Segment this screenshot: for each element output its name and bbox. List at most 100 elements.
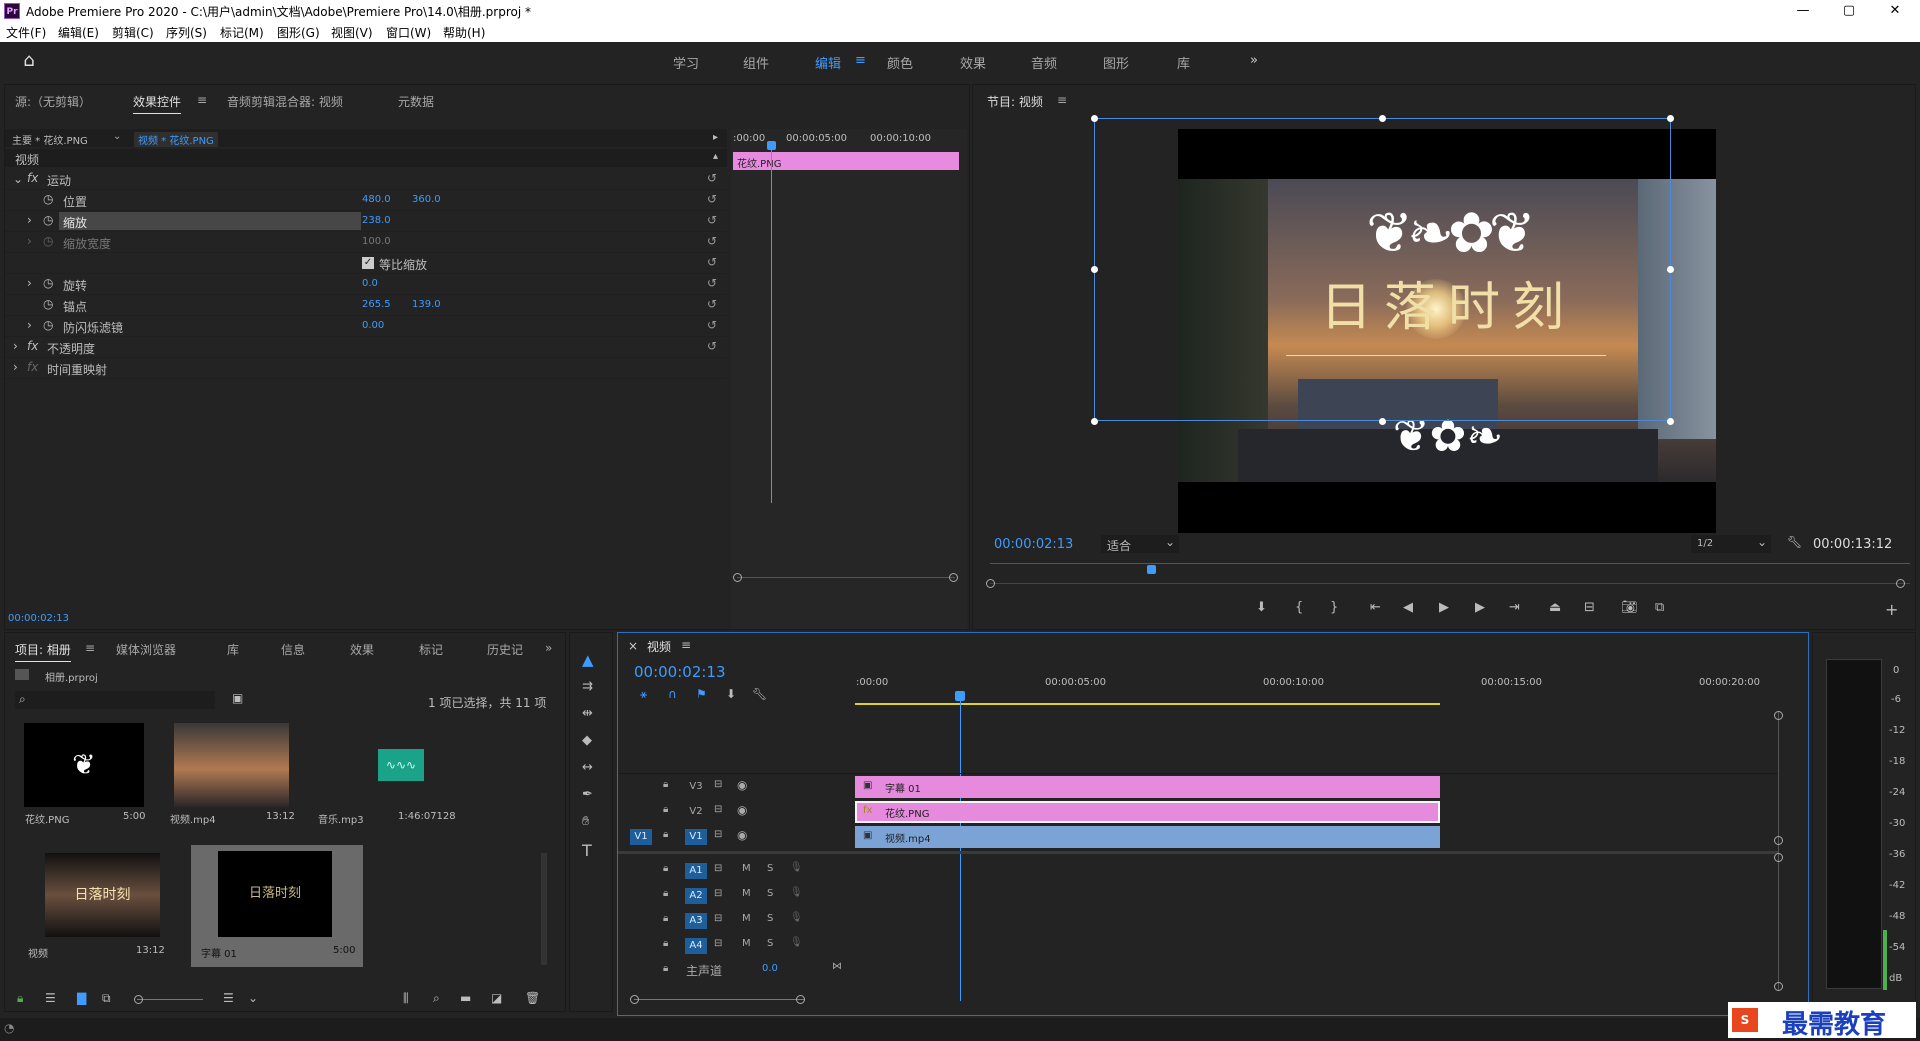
workspace-effects[interactable]: 效果: [960, 53, 986, 72]
mic-icon[interactable]: 🎙︎: [790, 887, 803, 898]
workspace-editing[interactable]: 编辑: [815, 53, 841, 72]
uniform-scale-checkbox[interactable]: ✓: [362, 257, 374, 269]
work-area-bar[interactable]: [855, 703, 1440, 705]
slip-tool-icon[interactable]: ↔: [582, 760, 593, 775]
menu-graphics[interactable]: 图形(G): [277, 24, 320, 41]
nest-sequence-icon[interactable]: ⚹: [640, 687, 647, 702]
track-target-v1[interactable]: V1: [685, 829, 707, 845]
master-volume-value[interactable]: 0.0: [762, 963, 778, 974]
resolution-dropdown[interactable]: 1/2 ⌄: [1691, 535, 1771, 553]
stopwatch-icon[interactable]: ◷: [43, 192, 53, 206]
expand-arrow-icon[interactable]: ›: [27, 213, 32, 227]
panel-menu-icon[interactable]: ≡: [85, 641, 95, 655]
solo-button[interactable]: S: [767, 913, 773, 924]
sequence-clip-label[interactable]: 视频 * 花纹.PNG: [134, 132, 218, 147]
rotation-value[interactable]: 0.0: [362, 278, 378, 289]
lock-icon[interactable]: 🔒︎: [663, 888, 668, 899]
workspace-libraries[interactable]: 库: [1177, 53, 1190, 72]
zoom-handle-right[interactable]: [796, 995, 805, 1004]
export-frame-icon[interactable]: 📷︎: [1621, 600, 1638, 615]
horizontal-zoom-bar[interactable]: [634, 999, 804, 1000]
track-target-a2[interactable]: A2: [685, 888, 707, 904]
zoom-handle-left[interactable]: [986, 579, 995, 588]
play-only-icon[interactable]: ▸: [713, 132, 718, 143]
menu-clip[interactable]: 剪辑(C): [112, 24, 154, 41]
sync-lock-icon[interactable]: ⊟: [714, 804, 722, 815]
list-view-icon[interactable]: ☰: [45, 991, 56, 1005]
expand-arrow-icon[interactable]: ›: [27, 318, 32, 332]
position-x-value[interactable]: 480.0: [362, 194, 391, 205]
menu-edit[interactable]: 编辑(E): [58, 24, 99, 41]
project-search-input[interactable]: ⌕: [15, 691, 215, 709]
reset-icon[interactable]: ↺: [707, 276, 717, 290]
solo-button[interactable]: S: [767, 938, 773, 949]
track-target-v2[interactable]: V2: [685, 804, 707, 820]
position-y-value[interactable]: 360.0: [412, 194, 441, 205]
lock-icon[interactable]: 🔒︎: [663, 863, 668, 874]
timeline-playhead-handle[interactable]: [955, 691, 965, 701]
close-tab-icon[interactable]: ×: [628, 639, 638, 653]
transform-handle[interactable]: [1667, 115, 1674, 122]
transform-handle[interactable]: [1091, 115, 1098, 122]
zoom-handle[interactable]: [1774, 853, 1783, 862]
mute-button[interactable]: M: [742, 913, 751, 924]
zoom-handle-left[interactable]: [733, 573, 742, 582]
transform-handle[interactable]: [1667, 418, 1674, 425]
chevron-down-icon[interactable]: ⌄: [248, 991, 258, 1005]
expand-arrow-icon[interactable]: ›: [27, 234, 32, 248]
lock-icon[interactable]: 🔒︎: [663, 913, 668, 924]
tab-info[interactable]: 信息: [281, 641, 305, 658]
new-bin-icon[interactable]: ▬: [460, 991, 471, 1005]
tab-source[interactable]: 源:（无剪辑）: [15, 93, 91, 110]
solo-button[interactable]: S: [767, 888, 773, 899]
lock-icon[interactable]: 🔒︎: [663, 938, 668, 949]
wrench-icon[interactable]: 🔧︎: [1787, 535, 1802, 549]
reset-icon[interactable]: ↺: [707, 339, 717, 353]
fit-dropdown[interactable]: 适合 ⌄: [1101, 535, 1179, 553]
effect-current-time[interactable]: 00:00:02:13: [8, 613, 69, 624]
workspace-audio[interactable]: 音频: [1031, 53, 1057, 72]
sync-lock-icon[interactable]: ⊟: [714, 913, 722, 924]
lift-icon[interactable]: ⏏︎: [1549, 600, 1561, 615]
mic-icon[interactable]: 🎙︎: [790, 937, 803, 948]
tab-effect-controls[interactable]: 效果控件: [133, 93, 182, 114]
play-icon[interactable]: ▶: [1439, 600, 1449, 615]
timeline-clip-title[interactable]: ▣ 字幕 01: [855, 776, 1440, 798]
track-target-a3[interactable]: A3: [685, 913, 707, 929]
workspace-assembly[interactable]: 组件: [743, 53, 769, 72]
lock-icon[interactable]: 🔒︎: [663, 829, 668, 840]
tab-media-browser[interactable]: 媒体浏览器: [116, 641, 176, 658]
timeline-clip-png[interactable]: fx 花纹.PNG: [855, 801, 1440, 823]
sync-lock-icon[interactable]: ⊟: [714, 829, 722, 840]
panel-menu-icon[interactable]: ≡: [197, 93, 207, 107]
mini-playhead-handle[interactable]: [767, 141, 776, 150]
transform-handle[interactable]: [1667, 266, 1674, 273]
mini-clip[interactable]: 花纹.PNG: [733, 152, 959, 170]
mute-button[interactable]: M: [742, 938, 751, 949]
tab-effects[interactable]: 效果: [350, 641, 374, 658]
new-item-icon[interactable]: ◪: [491, 991, 502, 1005]
mic-icon[interactable]: 🎙︎: [790, 862, 803, 873]
lock-icon[interactable]: 🔒︎: [17, 991, 23, 1006]
project-item-selected[interactable]: 日落时刻 字幕 01 5:00: [191, 845, 363, 967]
lock-icon[interactable]: 🔒︎: [663, 779, 668, 790]
reset-icon[interactable]: ↺: [707, 318, 717, 332]
reset-icon[interactable]: ↺: [707, 213, 717, 227]
menu-help[interactable]: 帮助(H): [443, 24, 485, 41]
menu-view[interactable]: 视图(V): [331, 24, 373, 41]
tab-audio-mixer[interactable]: 音频剪辑混合器: 视频: [227, 93, 343, 110]
panel-menu-icon[interactable]: ≡: [681, 638, 691, 652]
sort-icon[interactable]: ☰: [223, 991, 234, 1005]
trash-icon[interactable]: 🗑︎: [525, 991, 540, 1005]
tab-project[interactable]: 项目: 相册: [15, 641, 71, 662]
anchor-x-value[interactable]: 265.5: [362, 299, 391, 310]
pen-tool-icon[interactable]: ✒︎: [582, 787, 593, 802]
program-monitor-title[interactable]: 节目: 视频: [987, 93, 1043, 110]
sync-lock-icon[interactable]: ⊟: [714, 779, 722, 790]
tab-markers[interactable]: 标记: [419, 641, 443, 658]
track-divider[interactable]: [618, 851, 1779, 854]
program-scrub-bar[interactable]: [990, 563, 1910, 564]
comparison-view-icon[interactable]: ⧉: [1655, 600, 1664, 615]
stopwatch-icon[interactable]: ◷: [43, 276, 53, 290]
collapse-icon[interactable]: ▴: [713, 151, 718, 162]
